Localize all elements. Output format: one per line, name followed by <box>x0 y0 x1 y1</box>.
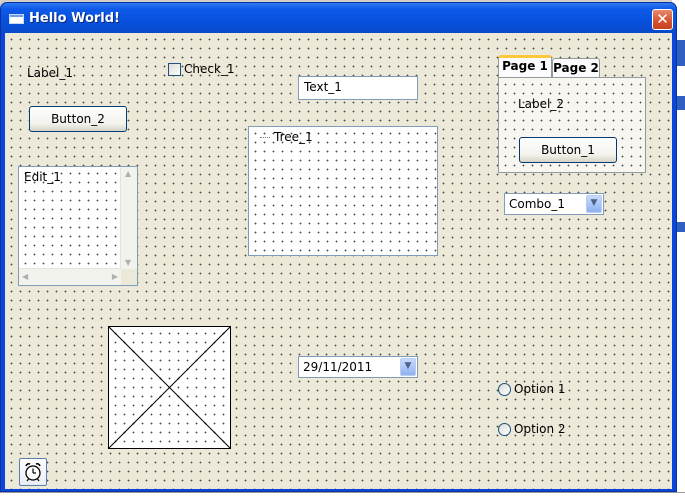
date-picker[interactable]: 29/11/2011 ▼ <box>298 356 418 378</box>
option-1-label[interactable]: Option 1 <box>514 382 566 396</box>
check-1-box[interactable] <box>168 63 181 76</box>
text-1-input[interactable]: Text_1 <box>298 76 418 100</box>
scroll-left-icon[interactable]: ◀ <box>22 272 28 281</box>
window-icon <box>9 14 24 24</box>
image-placeholder-icon <box>109 327 230 448</box>
tree-connector <box>260 137 270 138</box>
edit-1-horizontal-scrollbar[interactable]: ◀ ▶ <box>19 268 121 285</box>
check-1-label[interactable]: Check_1 <box>184 62 235 76</box>
text-1-value: Text_1 <box>304 80 342 94</box>
scroll-up-icon[interactable]: ▲ <box>125 169 131 178</box>
tree-1[interactable]: Tree_1 <box>248 126 438 256</box>
close-button[interactable]: ✕ <box>652 9 673 30</box>
close-icon: ✕ <box>656 10 669 28</box>
combo-1-value: Combo_1 <box>509 197 566 211</box>
main-window: Hello World! ✕ Label_1 Check_1 Text_1 Bu… <box>0 2 677 492</box>
button-2-label: Button_2 <box>51 112 105 126</box>
chevron-down-icon[interactable]: ▼ <box>400 358 416 376</box>
alarm-clock-icon <box>25 463 41 482</box>
scroll-right-icon[interactable]: ▶ <box>112 272 118 281</box>
option-2-radio[interactable] <box>498 423 511 436</box>
date-picker-value: 29/11/2011 <box>303 360 373 374</box>
scroll-corner <box>121 269 137 285</box>
tab-page-1-content: Label_2 Button_1 <box>498 77 646 173</box>
label-1: Label_1 <box>27 66 74 80</box>
option-1-radio[interactable] <box>498 383 511 396</box>
image-1[interactable] <box>108 326 231 449</box>
label-2: Label_2 <box>518 97 565 111</box>
edit-1-memo[interactable]: Edit_1 ▲ ▼ ◀ ▶ <box>18 166 138 286</box>
edit-1-vertical-scrollbar[interactable]: ▲ ▼ <box>120 167 137 269</box>
button-2[interactable]: Button_2 <box>29 106 127 132</box>
timer-component[interactable] <box>19 458 47 486</box>
option-2-label[interactable]: Option 2 <box>514 422 566 436</box>
form-designer-canvas[interactable]: Label_1 Check_1 Text_1 Button_2 Edit_1 ▲… <box>5 33 672 489</box>
edit-1-text: Edit_1 <box>24 170 61 184</box>
button-1[interactable]: Button_1 <box>519 137 617 163</box>
tab-page-2[interactable]: Page 2 <box>552 58 600 78</box>
button-1-label: Button_1 <box>541 143 595 157</box>
window-title: Hello World! <box>29 11 120 26</box>
chevron-down-icon[interactable]: ▼ <box>586 195 602 213</box>
combo-1[interactable]: Combo_1 ▼ <box>504 193 604 215</box>
tree-1-node[interactable]: Tree_1 <box>274 130 313 144</box>
scroll-down-icon[interactable]: ▼ <box>125 258 131 267</box>
title-bar[interactable]: Hello World! ✕ <box>1 3 676 33</box>
taskbar-remnant <box>0 492 685 503</box>
tab-page-1[interactable]: Page 1 <box>498 55 552 77</box>
